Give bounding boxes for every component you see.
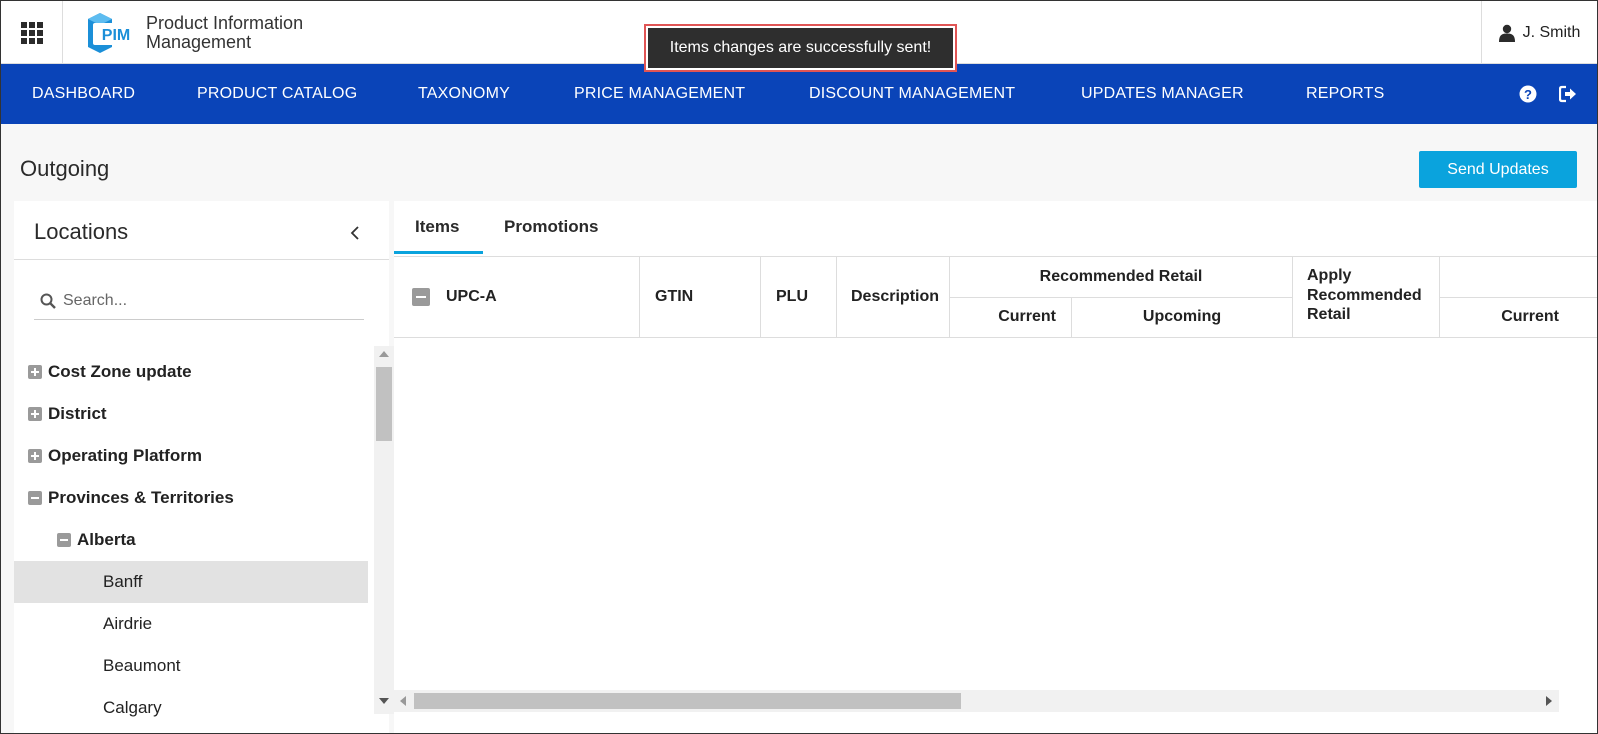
scroll-right-arrow-icon[interactable]	[1546, 696, 1552, 706]
collapse-panel-icon[interactable]	[344, 221, 368, 245]
location-search	[34, 284, 364, 320]
scrollbar-thumb[interactable]	[376, 367, 392, 441]
col-upcoming[interactable]: Upcoming	[1072, 308, 1292, 326]
col-current[interactable]: Current	[950, 308, 1056, 326]
tree-item-banff[interactable]: Banff	[14, 561, 368, 603]
header-divider	[1440, 297, 1597, 298]
user-name: J. Smith	[1522, 23, 1581, 41]
col-upca[interactable]: UPC-A	[446, 288, 497, 306]
tree-item-airdrie[interactable]: Airdrie	[14, 603, 368, 645]
scroll-left-arrow-icon[interactable]	[400, 696, 406, 706]
svg-text:?: ?	[1524, 87, 1532, 102]
col-divider	[836, 257, 837, 337]
apply-header-line2: Recommended	[1307, 286, 1422, 304]
tab-promotions[interactable]: Promotions	[504, 217, 598, 237]
user-menu[interactable]: J. Smith	[1481, 1, 1597, 64]
scrollbar-thumb[interactable]	[414, 693, 961, 709]
tree-item-operating-platform[interactable]: Operating Platform	[14, 435, 368, 477]
page-header: Outgoing Send Updates	[1, 124, 1597, 201]
col-description[interactable]: Description	[851, 288, 939, 306]
tree-item-label: Provinces & Territories	[48, 488, 234, 507]
page-title: Outgoing	[20, 156, 110, 181]
scroll-up-arrow-icon[interactable]	[379, 351, 389, 357]
locations-title: Locations	[34, 219, 129, 244]
grid-icon	[20, 21, 43, 44]
apply-header-line3: Retail	[1307, 306, 1351, 323]
nav-product-catalog[interactable]: PRODUCT CATALOG	[197, 64, 357, 124]
search-icon	[40, 293, 56, 309]
col-gtin[interactable]: GTIN	[655, 288, 693, 306]
tree-scrollbar[interactable]	[374, 346, 394, 714]
col-divider	[639, 257, 640, 337]
tree-item-label: Beaumont	[103, 656, 181, 675]
location-tree: Cost Zone update District Operating Plat…	[14, 351, 368, 733]
nav-dashboard[interactable]: DASHBOARD	[32, 64, 135, 124]
nav-taxonomy[interactable]: TAXONOMY	[418, 64, 510, 124]
col-group-recommended-retail: Recommended Retail	[1039, 268, 1203, 285]
app-window: PIM Product Information Management J. Sm…	[0, 0, 1598, 734]
app-title-line1: Product Information	[146, 13, 304, 33]
col-current-2[interactable]: Current	[1440, 308, 1559, 326]
collapse-icon[interactable]	[57, 533, 71, 547]
tab-bar: Items Promotions	[394, 201, 1597, 258]
tree-item-beaumont[interactable]: Beaumont	[14, 645, 368, 687]
tree-item-cost-zone-update[interactable]: Cost Zone update	[14, 351, 368, 393]
expand-icon[interactable]	[28, 407, 42, 421]
col-apply-recommended-retail[interactable]: Apply Recommended Retail	[1307, 266, 1422, 325]
locations-panel: Locations Cost Zone update District	[14, 201, 394, 733]
tree-item-label: Alberta	[77, 530, 136, 549]
app-launcher-button[interactable]	[1, 1, 63, 64]
pim-logo-icon: PIM	[84, 13, 142, 53]
collapse-icon[interactable]	[28, 491, 42, 505]
header-divider	[950, 297, 1292, 298]
toast-notification: Items changes are successfully sent!	[644, 24, 957, 72]
tree-item-calgary[interactable]: Calgary	[14, 687, 368, 729]
tree-item-label: Cost Zone update	[48, 362, 192, 381]
tree-item-label: Banff	[103, 572, 143, 591]
app-logo: PIM Product Information Management	[84, 13, 303, 53]
logout-icon[interactable]	[1559, 85, 1577, 103]
tree-item-alberta[interactable]: Alberta	[14, 519, 368, 561]
nav-reports[interactable]: REPORTS	[1306, 64, 1384, 124]
col-divider	[1292, 257, 1293, 337]
tree-item-label: Airdrie	[103, 614, 153, 633]
send-updates-button[interactable]: Send Updates	[1419, 151, 1577, 188]
nav-updates-manager[interactable]: UPDATES MANAGER	[1081, 64, 1244, 124]
tab-items[interactable]: Items	[415, 217, 459, 237]
expand-icon[interactable]	[28, 365, 42, 379]
search-input[interactable]	[63, 284, 358, 318]
table-horizontal-scrollbar[interactable]	[394, 690, 1559, 712]
toast-message: Items changes are successfully sent!	[648, 28, 953, 68]
tree-item-label: Calgary	[103, 698, 162, 717]
apply-header-line1: Apply	[1307, 267, 1352, 284]
user-icon	[1498, 24, 1515, 42]
active-tab-indicator	[394, 251, 483, 254]
scroll-down-arrow-icon[interactable]	[379, 698, 389, 704]
col-plu[interactable]: PLU	[776, 288, 808, 306]
col-divider	[760, 257, 761, 337]
nav-price-management[interactable]: PRICE MANAGEMENT	[574, 64, 745, 124]
divider	[14, 259, 389, 260]
tree-item-label: Operating Platform	[48, 446, 202, 465]
logo-badge-text: PIM	[102, 27, 130, 44]
nav-discount-management[interactable]: DISCOUNT MANAGEMENT	[809, 64, 1015, 124]
main-nav: DASHBOARD PRODUCT CATALOG TAXONOMY PRICE…	[1, 64, 1597, 124]
updates-panel: Items Promotions UPC-A GTIN PLU Descript…	[394, 201, 1597, 733]
app-title-line2: Management	[146, 32, 252, 52]
tree-item-district[interactable]: District	[14, 393, 368, 435]
tree-item-provinces-territories[interactable]: Provinces & Territories	[14, 477, 368, 519]
table-header: UPC-A GTIN PLU Description Recommended R…	[394, 256, 1597, 338]
select-all-checkbox[interactable]	[412, 288, 430, 306]
app-title: Product Information Management	[146, 14, 303, 52]
tree-item-label: District	[48, 404, 107, 423]
expand-icon[interactable]	[28, 449, 42, 463]
help-icon[interactable]: ?	[1519, 85, 1537, 103]
